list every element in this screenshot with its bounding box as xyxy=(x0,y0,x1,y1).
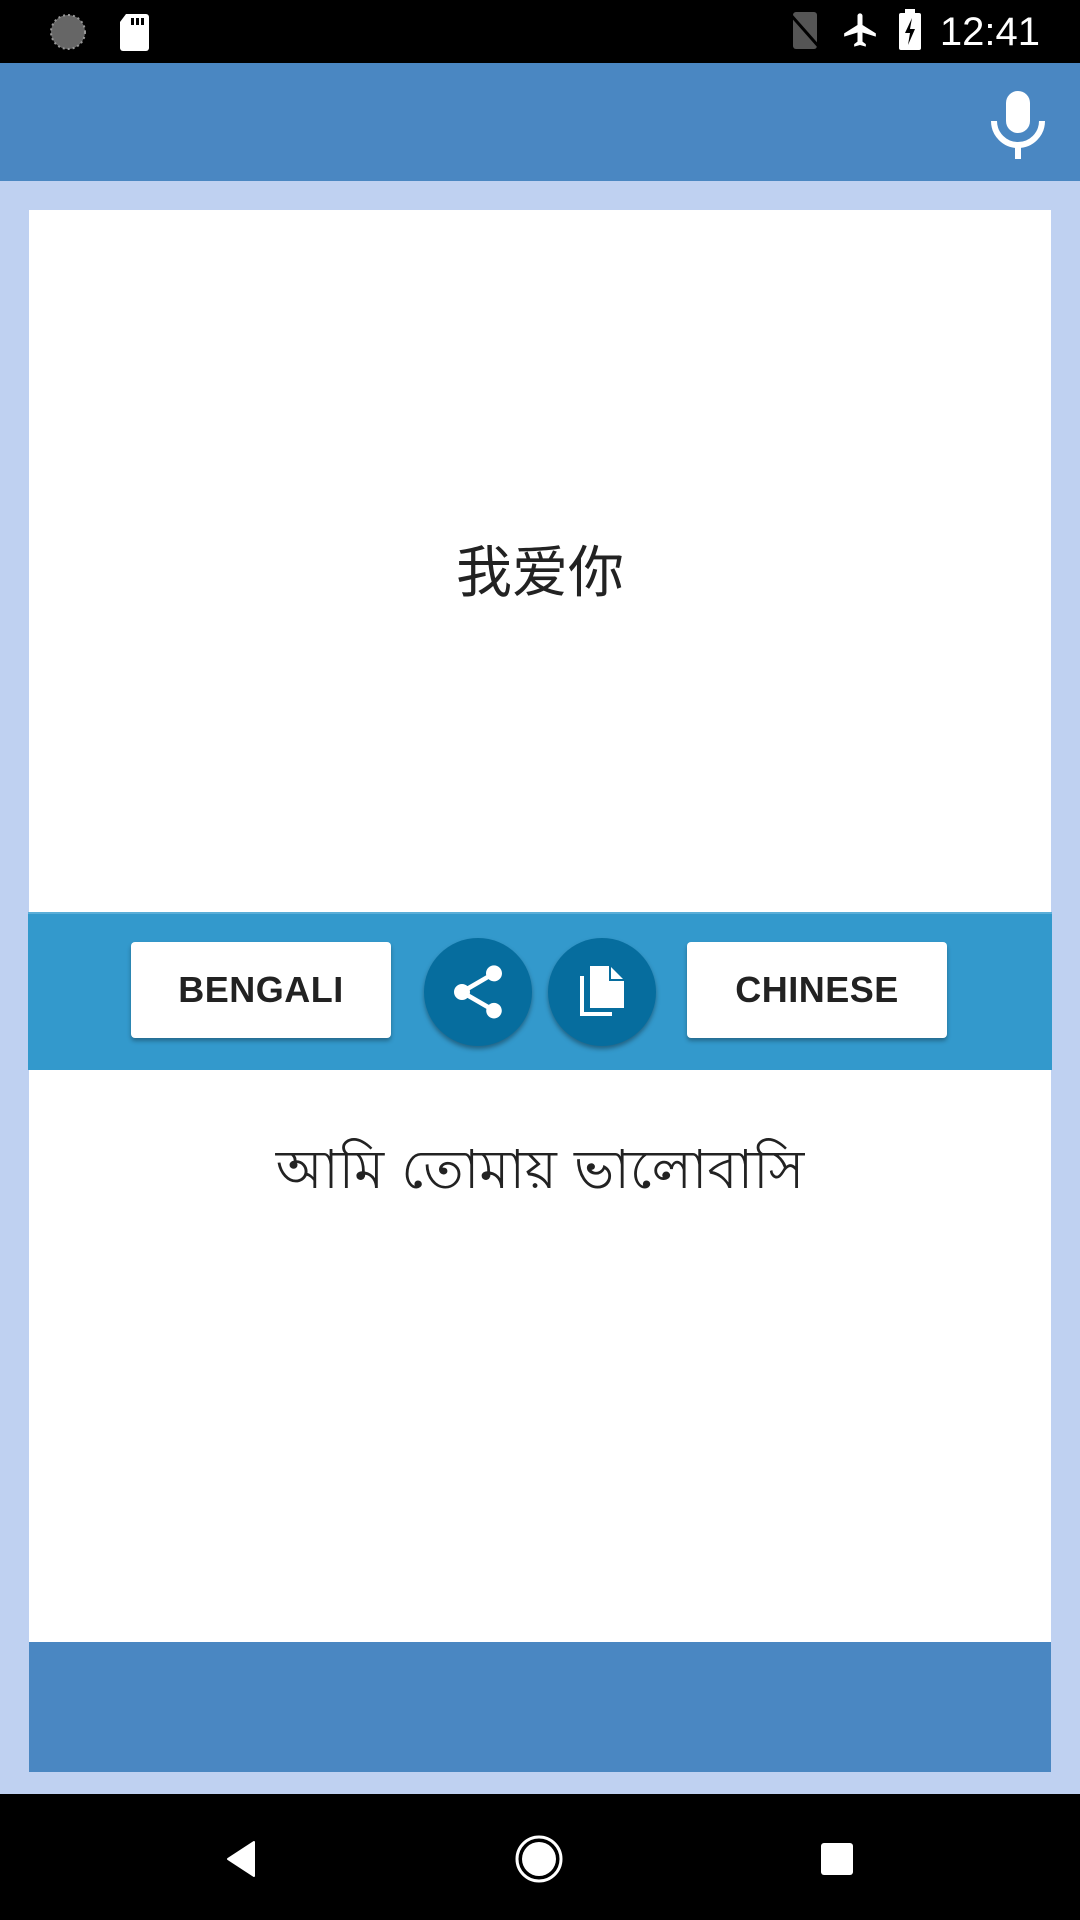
recents-icon xyxy=(821,1843,853,1875)
target-language-button[interactable]: CHINESE xyxy=(687,942,947,1038)
battery-charging-icon xyxy=(898,9,922,55)
translated-text: আমি তোমায় ভালোবাসি xyxy=(275,1138,805,1201)
loading-icon xyxy=(48,12,88,56)
language-toolbar: BENGALI CHINESE xyxy=(28,912,1052,1070)
home-button[interactable] xyxy=(514,1834,564,1884)
source-text: 我爱你 xyxy=(456,541,624,606)
clock: 12:41 xyxy=(939,9,1040,54)
share-button[interactable] xyxy=(424,938,532,1046)
back-icon xyxy=(227,1841,255,1877)
status-bar: 12:41 xyxy=(0,0,1080,63)
navigation-bar xyxy=(0,1794,1080,1920)
no-sim-icon xyxy=(788,10,822,54)
airplane-mode-icon xyxy=(840,8,880,56)
source-text-panel[interactable]: 我爱你 xyxy=(29,210,1051,912)
source-language-button[interactable]: BENGALI xyxy=(131,942,391,1038)
app-bar xyxy=(0,63,1080,181)
microphone-button[interactable] xyxy=(986,89,1050,159)
recents-button[interactable] xyxy=(812,1834,862,1884)
translated-text-panel[interactable]: আমি তোমায় ভালোবাসি xyxy=(29,1070,1051,1642)
microphone-icon xyxy=(991,91,1045,159)
banner-area xyxy=(29,1642,1051,1772)
back-button[interactable] xyxy=(216,1834,266,1884)
copy-icon xyxy=(580,966,624,1016)
share-icon xyxy=(454,965,502,1019)
sd-card-icon xyxy=(118,12,150,56)
copy-button[interactable] xyxy=(548,938,656,1046)
home-icon xyxy=(515,1835,563,1883)
